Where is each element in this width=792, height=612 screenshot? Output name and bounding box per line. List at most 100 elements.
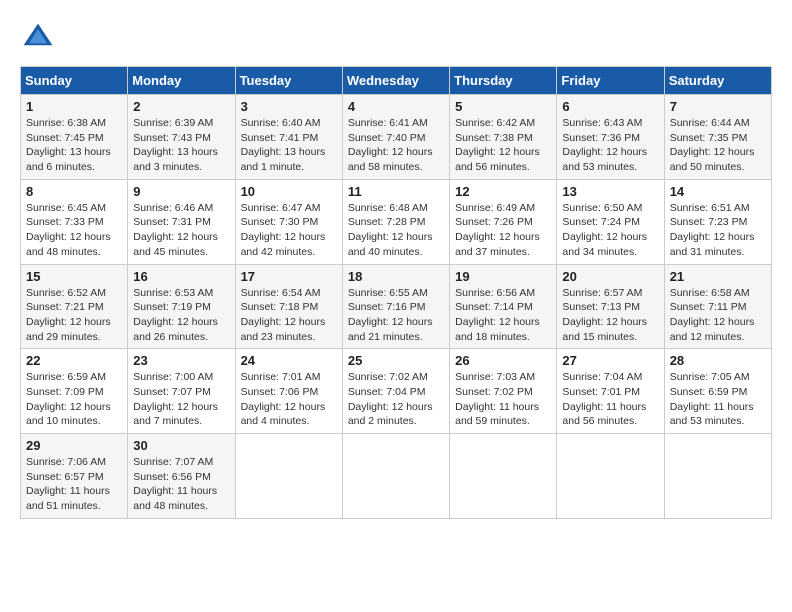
day-detail: Sunrise: 6:45 AMSunset: 7:33 PMDaylight:… [26,201,122,260]
day-cell [664,434,771,519]
col-header-friday: Friday [557,67,664,95]
day-cell: 19 Sunrise: 6:56 AMSunset: 7:14 PMDaylig… [450,264,557,349]
day-detail: Sunrise: 6:55 AMSunset: 7:16 PMDaylight:… [348,286,444,345]
day-number: 13 [562,184,658,199]
day-number: 6 [562,99,658,114]
day-number: 23 [133,353,229,368]
col-header-thursday: Thursday [450,67,557,95]
day-number: 28 [670,353,766,368]
week-row-2: 8 Sunrise: 6:45 AMSunset: 7:33 PMDayligh… [21,179,772,264]
day-detail: Sunrise: 6:51 AMSunset: 7:23 PMDaylight:… [670,201,766,260]
day-cell [557,434,664,519]
day-number: 8 [26,184,122,199]
day-cell: 14 Sunrise: 6:51 AMSunset: 7:23 PMDaylig… [664,179,771,264]
day-detail: Sunrise: 7:02 AMSunset: 7:04 PMDaylight:… [348,370,444,429]
day-number: 22 [26,353,122,368]
day-cell: 5 Sunrise: 6:42 AMSunset: 7:38 PMDayligh… [450,95,557,180]
day-detail: Sunrise: 6:56 AMSunset: 7:14 PMDaylight:… [455,286,551,345]
day-number: 10 [241,184,337,199]
day-number: 18 [348,269,444,284]
day-cell: 7 Sunrise: 6:44 AMSunset: 7:35 PMDayligh… [664,95,771,180]
day-cell: 17 Sunrise: 6:54 AMSunset: 7:18 PMDaylig… [235,264,342,349]
day-detail: Sunrise: 6:41 AMSunset: 7:40 PMDaylight:… [348,116,444,175]
col-header-sunday: Sunday [21,67,128,95]
day-detail: Sunrise: 7:03 AMSunset: 7:02 PMDaylight:… [455,370,551,429]
day-detail: Sunrise: 6:38 AMSunset: 7:45 PMDaylight:… [26,116,122,175]
day-cell: 10 Sunrise: 6:47 AMSunset: 7:30 PMDaylig… [235,179,342,264]
day-cell: 6 Sunrise: 6:43 AMSunset: 7:36 PMDayligh… [557,95,664,180]
day-cell [342,434,449,519]
day-number: 30 [133,438,229,453]
day-number: 15 [26,269,122,284]
day-detail: Sunrise: 7:07 AMSunset: 6:56 PMDaylight:… [133,455,229,514]
day-detail: Sunrise: 6:42 AMSunset: 7:38 PMDaylight:… [455,116,551,175]
day-cell: 23 Sunrise: 7:00 AMSunset: 7:07 PMDaylig… [128,349,235,434]
day-detail: Sunrise: 7:06 AMSunset: 6:57 PMDaylight:… [26,455,122,514]
day-detail: Sunrise: 6:49 AMSunset: 7:26 PMDaylight:… [455,201,551,260]
day-detail: Sunrise: 7:04 AMSunset: 7:01 PMDaylight:… [562,370,658,429]
day-detail: Sunrise: 6:58 AMSunset: 7:11 PMDaylight:… [670,286,766,345]
day-detail: Sunrise: 7:05 AMSunset: 6:59 PMDaylight:… [670,370,766,429]
day-number: 7 [670,99,766,114]
logo [20,20,62,56]
calendar-table: SundayMondayTuesdayWednesdayThursdayFrid… [20,66,772,519]
day-cell: 15 Sunrise: 6:52 AMSunset: 7:21 PMDaylig… [21,264,128,349]
day-detail: Sunrise: 6:57 AMSunset: 7:13 PMDaylight:… [562,286,658,345]
day-cell: 30 Sunrise: 7:07 AMSunset: 6:56 PMDaylig… [128,434,235,519]
day-detail: Sunrise: 6:46 AMSunset: 7:31 PMDaylight:… [133,201,229,260]
day-cell: 28 Sunrise: 7:05 AMSunset: 6:59 PMDaylig… [664,349,771,434]
day-cell: 4 Sunrise: 6:41 AMSunset: 7:40 PMDayligh… [342,95,449,180]
day-cell: 18 Sunrise: 6:55 AMSunset: 7:16 PMDaylig… [342,264,449,349]
day-detail: Sunrise: 6:47 AMSunset: 7:30 PMDaylight:… [241,201,337,260]
day-cell: 27 Sunrise: 7:04 AMSunset: 7:01 PMDaylig… [557,349,664,434]
day-detail: Sunrise: 6:53 AMSunset: 7:19 PMDaylight:… [133,286,229,345]
day-number: 16 [133,269,229,284]
day-cell: 25 Sunrise: 7:02 AMSunset: 7:04 PMDaylig… [342,349,449,434]
day-cell: 24 Sunrise: 7:01 AMSunset: 7:06 PMDaylig… [235,349,342,434]
day-cell: 29 Sunrise: 7:06 AMSunset: 6:57 PMDaylig… [21,434,128,519]
col-header-monday: Monday [128,67,235,95]
day-number: 12 [455,184,551,199]
day-cell: 8 Sunrise: 6:45 AMSunset: 7:33 PMDayligh… [21,179,128,264]
day-cell: 22 Sunrise: 6:59 AMSunset: 7:09 PMDaylig… [21,349,128,434]
week-row-4: 22 Sunrise: 6:59 AMSunset: 7:09 PMDaylig… [21,349,772,434]
day-cell: 1 Sunrise: 6:38 AMSunset: 7:45 PMDayligh… [21,95,128,180]
day-number: 24 [241,353,337,368]
day-number: 25 [348,353,444,368]
day-number: 20 [562,269,658,284]
day-detail: Sunrise: 6:44 AMSunset: 7:35 PMDaylight:… [670,116,766,175]
day-cell: 13 Sunrise: 6:50 AMSunset: 7:24 PMDaylig… [557,179,664,264]
week-row-3: 15 Sunrise: 6:52 AMSunset: 7:21 PMDaylig… [21,264,772,349]
day-detail: Sunrise: 6:40 AMSunset: 7:41 PMDaylight:… [241,116,337,175]
day-detail: Sunrise: 6:43 AMSunset: 7:36 PMDaylight:… [562,116,658,175]
col-header-saturday: Saturday [664,67,771,95]
day-detail: Sunrise: 6:54 AMSunset: 7:18 PMDaylight:… [241,286,337,345]
page-header [20,20,772,56]
day-cell: 16 Sunrise: 6:53 AMSunset: 7:19 PMDaylig… [128,264,235,349]
day-number: 29 [26,438,122,453]
day-cell: 26 Sunrise: 7:03 AMSunset: 7:02 PMDaylig… [450,349,557,434]
week-row-1: 1 Sunrise: 6:38 AMSunset: 7:45 PMDayligh… [21,95,772,180]
week-row-5: 29 Sunrise: 7:06 AMSunset: 6:57 PMDaylig… [21,434,772,519]
day-number: 2 [133,99,229,114]
day-number: 5 [455,99,551,114]
day-cell [235,434,342,519]
day-number: 19 [455,269,551,284]
logo-icon [20,20,56,56]
day-detail: Sunrise: 6:39 AMSunset: 7:43 PMDaylight:… [133,116,229,175]
day-cell: 9 Sunrise: 6:46 AMSunset: 7:31 PMDayligh… [128,179,235,264]
day-detail: Sunrise: 6:59 AMSunset: 7:09 PMDaylight:… [26,370,122,429]
day-number: 4 [348,99,444,114]
day-number: 27 [562,353,658,368]
col-header-tuesday: Tuesday [235,67,342,95]
day-cell: 3 Sunrise: 6:40 AMSunset: 7:41 PMDayligh… [235,95,342,180]
day-detail: Sunrise: 7:01 AMSunset: 7:06 PMDaylight:… [241,370,337,429]
day-cell: 2 Sunrise: 6:39 AMSunset: 7:43 PMDayligh… [128,95,235,180]
day-number: 11 [348,184,444,199]
day-number: 3 [241,99,337,114]
day-detail: Sunrise: 6:52 AMSunset: 7:21 PMDaylight:… [26,286,122,345]
day-cell: 21 Sunrise: 6:58 AMSunset: 7:11 PMDaylig… [664,264,771,349]
day-cell: 12 Sunrise: 6:49 AMSunset: 7:26 PMDaylig… [450,179,557,264]
day-number: 21 [670,269,766,284]
day-number: 17 [241,269,337,284]
